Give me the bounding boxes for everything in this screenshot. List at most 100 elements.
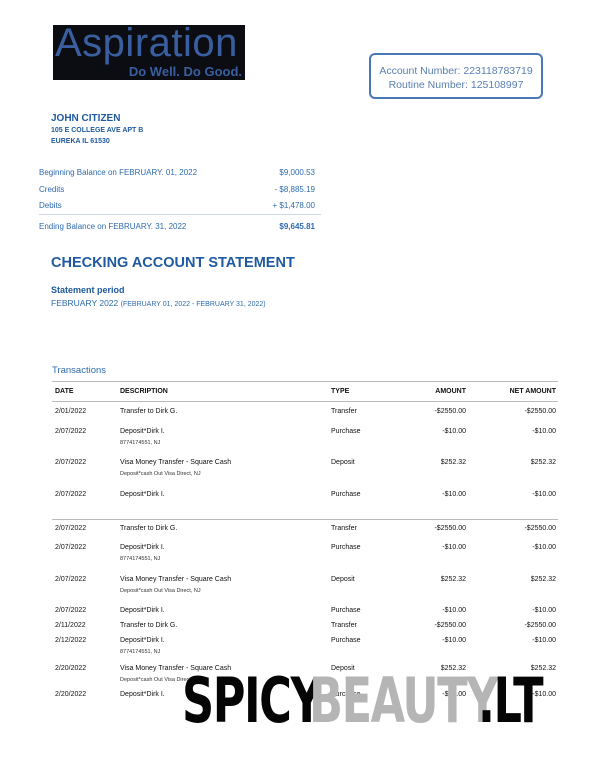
brand-logo: Aspiration Do Well. Do Good.	[53, 21, 245, 80]
row-amount: -$10.00	[442, 607, 466, 614]
row-type: Deposit	[331, 459, 355, 466]
row-amount: -$10.00	[442, 428, 466, 435]
beginning-balance-value: $9,000.53	[279, 168, 315, 177]
row-type: Deposit	[331, 576, 355, 583]
ending-balance-value: $9,645.81	[279, 222, 315, 231]
row-net-amount: -$2550.00	[524, 622, 556, 629]
routing-number: Routine Number: 125108997	[388, 79, 524, 91]
row-net-amount: $252.32	[530, 576, 556, 583]
statement-period-value: FEBRUARY 2022 (FEBRUARY 01, 2022 - FEBRU…	[51, 298, 266, 308]
row-net-amount: -$2550.00	[524, 525, 556, 532]
ending-balance-label: Ending Balance on FEBRUARY. 31, 2022	[39, 222, 187, 231]
row-net-amount: -$10.00	[532, 607, 556, 614]
row-amount: $252.32	[440, 576, 466, 583]
watermark-part2: BEAUTY	[309, 664, 499, 737]
row-description-detail: 8774174551, NJ	[120, 440, 161, 446]
beginning-balance-label: Beginning Balance on FEBRUARY. 01, 2022	[39, 168, 198, 177]
table-row: 2/07/2022 Deposit*Dirk I. Purchase -$10.00 -…	[0, 544, 607, 562]
row-date: 2/01/2022	[55, 408, 87, 415]
table-row: 2/07/2022 Deposit*Dirk I. Purchase -$10.00 -…	[0, 491, 607, 505]
header-net-amount: NET AMOUNT	[509, 388, 556, 395]
row-net-amount: -$2550.00	[524, 408, 556, 415]
summary-divider	[39, 214, 321, 215]
row-date: 2/12/2022	[55, 637, 87, 644]
row-amount: -$2550.00	[434, 622, 466, 629]
debits-value: + $1,478.00	[272, 201, 315, 210]
watermark-part1: SPICY	[182, 664, 323, 737]
row-net-amount: -$10.00	[532, 491, 556, 498]
watermark-part3: .LT	[478, 664, 544, 737]
table-row: 2/07/2022 Transfer to Dirk G. Transfer -$25…	[0, 525, 607, 539]
row-net-amount: -$10.00	[532, 428, 556, 435]
statement-title: CHECKING ACCOUNT STATEMENT	[51, 255, 295, 271]
row-description: Visa Money Transfer - Square Cash	[120, 459, 232, 466]
row-type: Purchase	[331, 428, 361, 435]
row-description: Transfer to Dirk G.	[120, 408, 178, 415]
credits-label: Credits	[39, 185, 65, 194]
row-type: Purchase	[331, 544, 361, 551]
account-number: Account Number: 223118783719	[379, 65, 533, 77]
table-row: 2/07/2022 Visa Money Transfer - Square Ca…	[0, 576, 607, 594]
header-date: DATE	[55, 388, 74, 395]
row-date: 2/07/2022	[55, 525, 87, 532]
table-row: 2/11/2022 Transfer to Dirk G. Transfer -$25…	[0, 622, 607, 636]
customer-address-line1: 105 E COLLEGE AVE APT B	[51, 127, 144, 134]
table-header-rule	[52, 401, 558, 402]
row-description: Transfer to Dirk G.	[120, 622, 178, 629]
row-date: 2/20/2022	[55, 691, 87, 698]
row-net-amount: -$10.00	[532, 637, 556, 644]
transactions-title: Transactions	[52, 365, 107, 376]
row-type: Transfer	[331, 622, 357, 629]
row-date: 2/11/2022	[55, 622, 86, 629]
table-row: 2/12/2022 Deposit*Dirk I. Purchase -$10.00 -…	[0, 637, 607, 655]
credits-value: - $8,885.19	[274, 185, 315, 194]
row-date: 2/07/2022	[55, 459, 87, 466]
row-description-detail: Deposit*cash Out Visa Direct, NJ	[120, 471, 201, 477]
header-amount: AMOUNT	[435, 388, 466, 395]
row-type: Purchase	[331, 491, 361, 498]
row-net-amount: -$10.00	[532, 544, 556, 551]
table-section-rule	[52, 519, 558, 520]
statement-period-label: Statement period	[51, 285, 125, 295]
row-date: 2/07/2022	[55, 428, 87, 435]
table-header-row: DATE DESCRIPTION TYPE AMOUNT NET AMOUNT	[0, 388, 607, 400]
debits-label: Debits	[39, 201, 62, 210]
row-description: Deposit*Dirk I.	[120, 637, 165, 644]
logo-tagline: Do Well. Do Good.	[128, 64, 242, 79]
row-type: Purchase	[331, 637, 361, 644]
row-amount: -$10.00	[442, 491, 466, 498]
row-amount: $252.32	[440, 459, 466, 466]
row-date: 2/07/2022	[55, 607, 87, 614]
row-description: Deposit*Dirk I.	[120, 544, 165, 551]
row-date: 2/07/2022	[55, 576, 87, 583]
customer-address-line2: EUREKA IL 61530	[51, 138, 110, 145]
row-amount: -$10.00	[442, 637, 466, 644]
statement-period-month: FEBRUARY 2022	[51, 298, 121, 308]
header-type: TYPE	[331, 388, 350, 395]
row-description: Deposit*Dirk I.	[120, 607, 165, 614]
table-row: 2/01/2022 Transfer to Dirk G. Transfer -$25…	[0, 408, 607, 422]
row-description-detail: 8774174551, NJ	[120, 556, 161, 562]
row-type: Purchase	[331, 607, 361, 614]
row-description: Deposit*Dirk I.	[120, 428, 165, 435]
row-description-detail: 8774174551, NJ	[120, 649, 161, 655]
row-date: 2/07/2022	[55, 491, 87, 498]
row-type: Transfer	[331, 525, 357, 532]
row-amount: -$10.00	[442, 544, 466, 551]
row-amount: -$2550.00	[434, 525, 466, 532]
row-amount: -$2550.00	[434, 408, 466, 415]
logo-wordmark: Aspiration	[55, 21, 238, 65]
row-description: Visa Money Transfer - Square Cash	[120, 576, 232, 583]
row-description-detail: Deposit*cash Out Visa Direct, NJ	[120, 588, 201, 594]
row-description: Deposit*Dirk I.	[120, 691, 165, 698]
table-top-rule	[52, 381, 558, 382]
row-description: Deposit*Dirk I.	[120, 491, 165, 498]
row-date: 2/07/2022	[55, 544, 87, 551]
table-row: 2/07/2022 Visa Money Transfer - Square Ca…	[0, 459, 607, 477]
watermark: SPICY BEAUTY .LT	[180, 664, 560, 737]
header-description: DESCRIPTION	[120, 388, 168, 395]
account-info-box: Account Number: 223118783719 Routine Num…	[369, 53, 543, 99]
table-row: 2/07/2022 Deposit*Dirk I. Purchase -$10.00 -…	[0, 428, 607, 446]
row-net-amount: $252.32	[530, 459, 556, 466]
statement-period-range: (FEBRUARY 01, 2022 - FEBRUARY 31, 2022)	[120, 301, 266, 308]
